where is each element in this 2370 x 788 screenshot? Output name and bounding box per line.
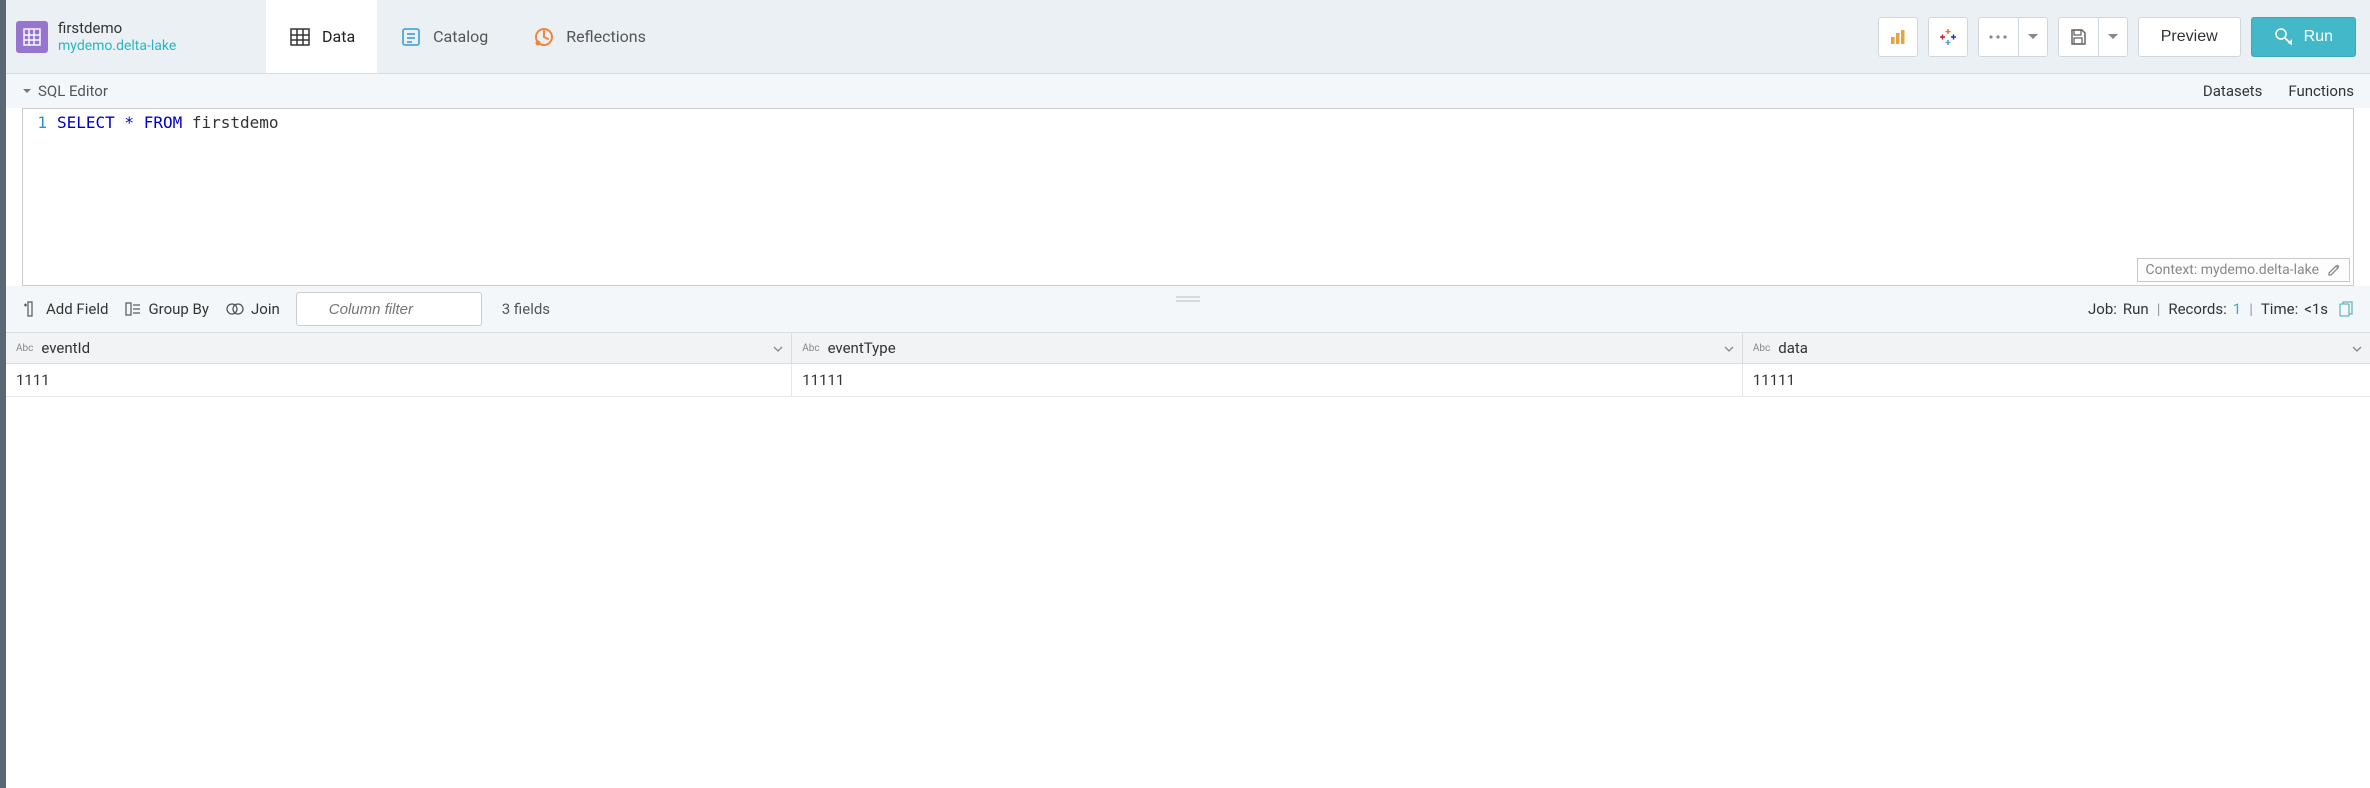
more-button[interactable] bbox=[1978, 17, 2018, 57]
column-filter-input[interactable] bbox=[296, 292, 482, 326]
records-count: 1 bbox=[2233, 300, 2241, 318]
functions-link[interactable]: Functions bbox=[2288, 82, 2354, 100]
preview-button[interactable]: Preview bbox=[2138, 17, 2241, 57]
join-icon bbox=[225, 300, 245, 318]
run-button[interactable]: Run bbox=[2251, 17, 2356, 57]
table-cell: 11111 bbox=[792, 364, 1743, 397]
copy-icon[interactable] bbox=[2338, 300, 2354, 318]
topbar: firstdemo mydemo.delta-lake Data Catalog… bbox=[6, 0, 2370, 74]
column-header[interactable]: AbceventId bbox=[6, 333, 792, 364]
column-header[interactable]: Abcdata bbox=[1742, 333, 2370, 364]
collapse-icon bbox=[22, 86, 32, 96]
type-icon: Abc bbox=[1753, 343, 1770, 354]
results-bar: Add Field Group By Join 3 fields Job: Ru… bbox=[6, 286, 2370, 332]
table-row[interactable]: 11111111111111 bbox=[6, 364, 2370, 397]
ellipsis-icon bbox=[1989, 35, 2007, 39]
dataset-info: firstdemo mydemo.delta-lake bbox=[6, 0, 266, 73]
dataset-icon bbox=[16, 21, 48, 53]
reflections-icon bbox=[532, 25, 556, 49]
dataset-path[interactable]: mydemo.delta-lake bbox=[58, 38, 176, 54]
table-cell: 11111 bbox=[1742, 364, 2370, 397]
column-header[interactable]: AbceventType bbox=[792, 333, 1743, 364]
group-by-icon bbox=[124, 300, 142, 318]
chevron-down-icon bbox=[2028, 34, 2038, 39]
drag-handle[interactable] bbox=[1176, 290, 1200, 306]
chevron-down-icon[interactable] bbox=[2352, 340, 2362, 356]
sql-code: SELECT * FROM firstdemo bbox=[57, 113, 279, 132]
time-value: <1s bbox=[2304, 300, 2328, 318]
bar-chart-icon bbox=[1888, 27, 1908, 47]
catalog-icon bbox=[399, 25, 423, 49]
tab-data[interactable]: Data bbox=[266, 0, 377, 73]
save-button[interactable] bbox=[2058, 17, 2098, 57]
add-field-button[interactable]: Add Field bbox=[22, 300, 108, 318]
tab-reflections[interactable]: Reflections bbox=[510, 0, 668, 73]
job-info: Job: Run | Records: 1 | Time: <1s bbox=[2088, 300, 2354, 318]
join-button[interactable]: Join bbox=[225, 300, 280, 318]
fields-count: 3 fields bbox=[502, 300, 550, 318]
chevron-down-icon bbox=[2108, 34, 2118, 39]
editor-section-toggle[interactable]: SQL Editor bbox=[22, 82, 108, 100]
datasets-link[interactable]: Datasets bbox=[2203, 82, 2262, 100]
chevron-down-icon[interactable] bbox=[773, 340, 783, 356]
results-table: AbceventIdAbceventTypeAbcdata 1111111111… bbox=[6, 332, 2370, 397]
tabs: Data Catalog Reflections bbox=[266, 0, 668, 73]
group-by-button[interactable]: Group By bbox=[124, 300, 209, 318]
toolbar: Preview Run bbox=[1864, 0, 2370, 73]
type-icon: Abc bbox=[16, 343, 33, 354]
dataset-name: firstdemo bbox=[58, 19, 176, 37]
tableau-icon bbox=[1938, 27, 1958, 47]
powerbi-button[interactable] bbox=[1878, 17, 1918, 57]
more-split bbox=[1978, 17, 2048, 57]
editor-header: SQL Editor Datasets Functions bbox=[6, 74, 2370, 108]
save-dropdown[interactable] bbox=[2098, 17, 2128, 57]
pencil-icon bbox=[2327, 263, 2341, 277]
type-icon: Abc bbox=[802, 343, 819, 354]
line-number: 1 bbox=[29, 113, 57, 132]
job-run-link[interactable]: Run bbox=[2123, 300, 2149, 318]
add-field-icon bbox=[22, 300, 40, 318]
more-dropdown[interactable] bbox=[2018, 17, 2048, 57]
save-split bbox=[2058, 17, 2128, 57]
run-icon bbox=[2274, 27, 2294, 47]
save-icon bbox=[2069, 28, 2087, 46]
chevron-down-icon[interactable] bbox=[1724, 340, 1734, 356]
tab-catalog[interactable]: Catalog bbox=[377, 0, 510, 73]
tableau-button[interactable] bbox=[1928, 17, 1968, 57]
context-label[interactable]: Context: mydemo.delta-lake bbox=[2137, 258, 2351, 282]
table-cell: 1111 bbox=[6, 364, 792, 397]
sql-editor[interactable]: 1 SELECT * FROM firstdemo Context: mydem… bbox=[22, 108, 2354, 286]
table-icon bbox=[288, 25, 312, 49]
